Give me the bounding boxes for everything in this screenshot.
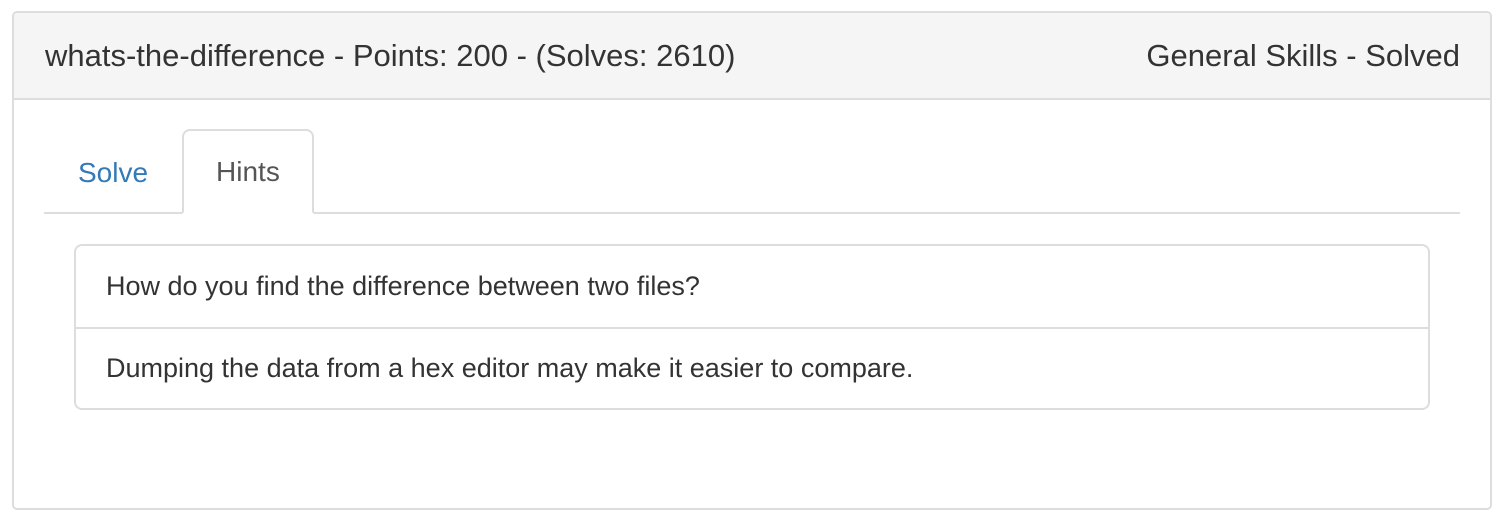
- tab-solve-label: Solve: [78, 156, 149, 188]
- hint-text: Dumping the data from a hex editor may m…: [106, 353, 914, 383]
- hints-list: How do you find the difference between t…: [74, 244, 1430, 410]
- challenge-title: whats-the-difference - Points: 200 - (So…: [45, 37, 736, 73]
- tab-bar: Solve Hints: [44, 129, 1460, 214]
- hint-text: How do you find the difference between t…: [106, 271, 700, 301]
- tab-hints-label: Hints: [216, 155, 280, 187]
- challenge-panel: whats-the-difference - Points: 200 - (So…: [12, 11, 1492, 510]
- tab-solve[interactable]: Solve: [44, 131, 182, 214]
- challenge-category-status: General Skills - Solved: [1146, 37, 1460, 73]
- hint-item: How do you find the difference between t…: [76, 246, 1428, 327]
- challenge-body: Solve Hints How do you find the differen…: [14, 129, 1490, 410]
- challenge-header[interactable]: whats-the-difference - Points: 200 - (So…: [14, 13, 1490, 100]
- hint-item: Dumping the data from a hex editor may m…: [76, 327, 1428, 408]
- tab-hints[interactable]: Hints: [182, 129, 314, 214]
